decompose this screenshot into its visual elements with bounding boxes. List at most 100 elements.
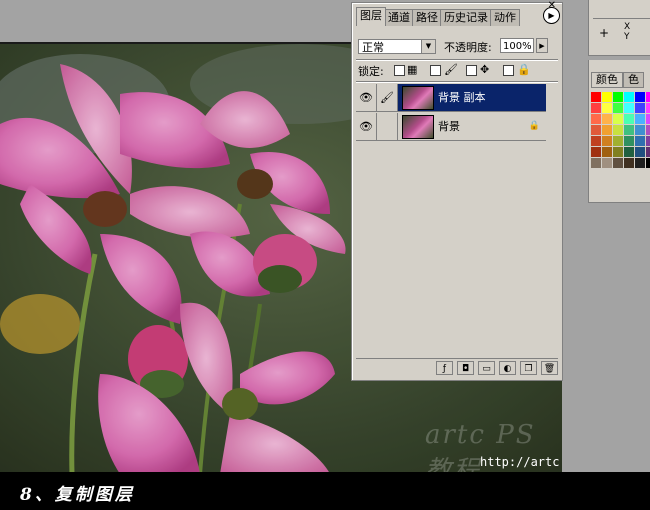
color-swatch[interactable] — [591, 125, 601, 135]
crosshair-icon: + — [599, 26, 610, 40]
opacity-input[interactable]: 100% — [500, 38, 534, 53]
color-swatch[interactable] — [613, 114, 623, 124]
color-swatch[interactable] — [602, 158, 612, 168]
layer-name: 背景 — [438, 120, 460, 133]
tab-layers[interactable]: 图层 — [356, 7, 386, 26]
y-label: Y — [624, 32, 630, 42]
color-swatch[interactable] — [635, 158, 645, 168]
info-panel: + X Y — [588, 0, 650, 56]
layers-panel: ✕ 图层 通道 路径 历史记录 动作 ▶ 正常 ▼ 不透明度: 100% ▶ 锁… — [351, 0, 563, 381]
color-swatch[interactable] — [635, 92, 645, 102]
color-swatch[interactable] — [635, 136, 645, 146]
new-layer-icon[interactable]: ❐ — [520, 361, 537, 375]
color-swatch[interactable] — [602, 114, 612, 124]
color-swatch[interactable] — [624, 103, 634, 113]
lock-label: 锁定: — [358, 65, 384, 78]
lock-pixels-checkbox[interactable] — [430, 65, 441, 76]
x-label: X — [624, 22, 631, 32]
trash-icon[interactable]: 🗑 — [541, 361, 558, 375]
color-swatch[interactable] — [624, 158, 634, 168]
color-swatch[interactable] — [613, 158, 623, 168]
transparency-grid-icon: ▦ — [407, 63, 418, 76]
tab-channels[interactable]: 通道 — [384, 9, 414, 26]
lock-icon: 🔒 — [528, 121, 540, 131]
color-swatch[interactable] — [646, 147, 650, 157]
opacity-slider-arrow-icon[interactable]: ▶ — [536, 38, 548, 53]
color-swatch[interactable] — [613, 125, 623, 135]
photoshop-workspace: artc PS教程 http://artc.5d.cn ✕ 图层 通道 路径 历… — [0, 0, 650, 474]
layer-row-background-copy[interactable]: 👁 🖌 背景 副本 — [356, 84, 546, 112]
color-swatch[interactable] — [591, 158, 601, 168]
color-swatch[interactable] — [635, 125, 645, 135]
color-swatch[interactable] — [602, 92, 612, 102]
tab-paths[interactable]: 路径 — [412, 9, 442, 26]
color-swatch[interactable] — [646, 125, 650, 135]
layer-thumbnail — [402, 86, 434, 110]
color-swatch[interactable] — [602, 136, 612, 146]
color-swatch[interactable] — [613, 147, 623, 157]
color-swatch[interactable] — [635, 147, 645, 157]
xy-labels: X Y — [624, 22, 630, 42]
adjustment-layer-icon[interactable]: ◐ — [499, 361, 516, 375]
blend-mode-value: 正常 — [362, 41, 384, 54]
color-swatch[interactable] — [602, 103, 612, 113]
color-swatch[interactable] — [646, 136, 650, 146]
color-swatch[interactable] — [602, 125, 612, 135]
divider — [356, 81, 558, 82]
add-mask-icon[interactable]: ◘ — [457, 361, 474, 375]
swatches-tabs: 颜色 色 — [591, 72, 644, 88]
color-swatch[interactable] — [613, 103, 623, 113]
tab-swatches[interactable]: 色 — [623, 72, 644, 88]
color-swatch[interactable] — [624, 92, 634, 102]
layer-thumbnail — [402, 115, 434, 139]
tab-color[interactable]: 颜色 — [591, 72, 623, 88]
layer-link-box[interactable] — [377, 113, 398, 140]
tab-history[interactable]: 历史记录 — [440, 9, 492, 26]
brush-icon: 🖌 — [444, 63, 458, 76]
layer-name: 背景 副本 — [438, 91, 486, 104]
panel-menu-arrow-icon[interactable]: ▶ — [543, 7, 560, 24]
color-swatch[interactable] — [591, 103, 601, 113]
new-set-folder-icon[interactable]: ▭ — [478, 361, 495, 375]
color-swatch[interactable] — [591, 114, 601, 124]
chevron-down-icon: ▼ — [421, 40, 435, 53]
color-swatch[interactable] — [635, 103, 645, 113]
lock-all-checkbox[interactable] — [503, 65, 514, 76]
color-swatch[interactable] — [646, 103, 650, 113]
layer-name-area: 背景 🔒 — [398, 113, 546, 140]
lock-position-checkbox[interactable] — [466, 65, 477, 76]
layer-style-icon[interactable]: ƒ — [436, 361, 453, 375]
layer-name-area: 背景 副本 — [398, 84, 546, 111]
caption-bar: 8、复制图层 — [0, 472, 650, 510]
layers-panel-tabs: 图层 通道 路径 历史记录 动作 — [356, 7, 540, 26]
lock-icon: 🔒 — [517, 63, 531, 76]
layers-bottom-toolbar: ƒ ◘ ▭ ◐ ❐ 🗑 — [356, 358, 558, 377]
color-swatch[interactable] — [591, 147, 601, 157]
move-icon: ✥ — [480, 63, 490, 76]
eye-icon[interactable]: 👁 — [356, 84, 377, 111]
color-swatch[interactable] — [602, 147, 612, 157]
color-swatches-panel: 颜色 色 — [588, 60, 650, 203]
eye-icon[interactable]: 👁 — [356, 113, 377, 140]
color-swatch[interactable] — [646, 114, 650, 124]
tab-actions[interactable]: 动作 — [490, 9, 520, 26]
color-swatch[interactable] — [624, 136, 634, 146]
step-caption: 8、复制图层 — [20, 485, 135, 505]
color-swatch[interactable] — [591, 136, 601, 146]
color-swatch[interactable] — [635, 114, 645, 124]
color-swatch[interactable] — [646, 158, 650, 168]
color-swatch[interactable] — [624, 114, 634, 124]
divider — [356, 59, 558, 60]
color-swatch[interactable] — [613, 136, 623, 146]
color-swatch[interactable] — [624, 147, 634, 157]
lock-transparency-checkbox[interactable] — [394, 65, 405, 76]
color-swatch[interactable] — [591, 92, 601, 102]
layer-row-background[interactable]: 👁 背景 🔒 — [356, 113, 546, 141]
color-swatch[interactable] — [624, 125, 634, 135]
color-swatch[interactable] — [613, 92, 623, 102]
swatch-grid — [591, 92, 650, 168]
blend-mode-select[interactable]: 正常 ▼ — [358, 39, 436, 54]
brush-icon: 🖌 — [377, 84, 398, 111]
color-swatch[interactable] — [646, 92, 650, 102]
watermark-url: http://artc.5d.cn — [480, 455, 562, 469]
